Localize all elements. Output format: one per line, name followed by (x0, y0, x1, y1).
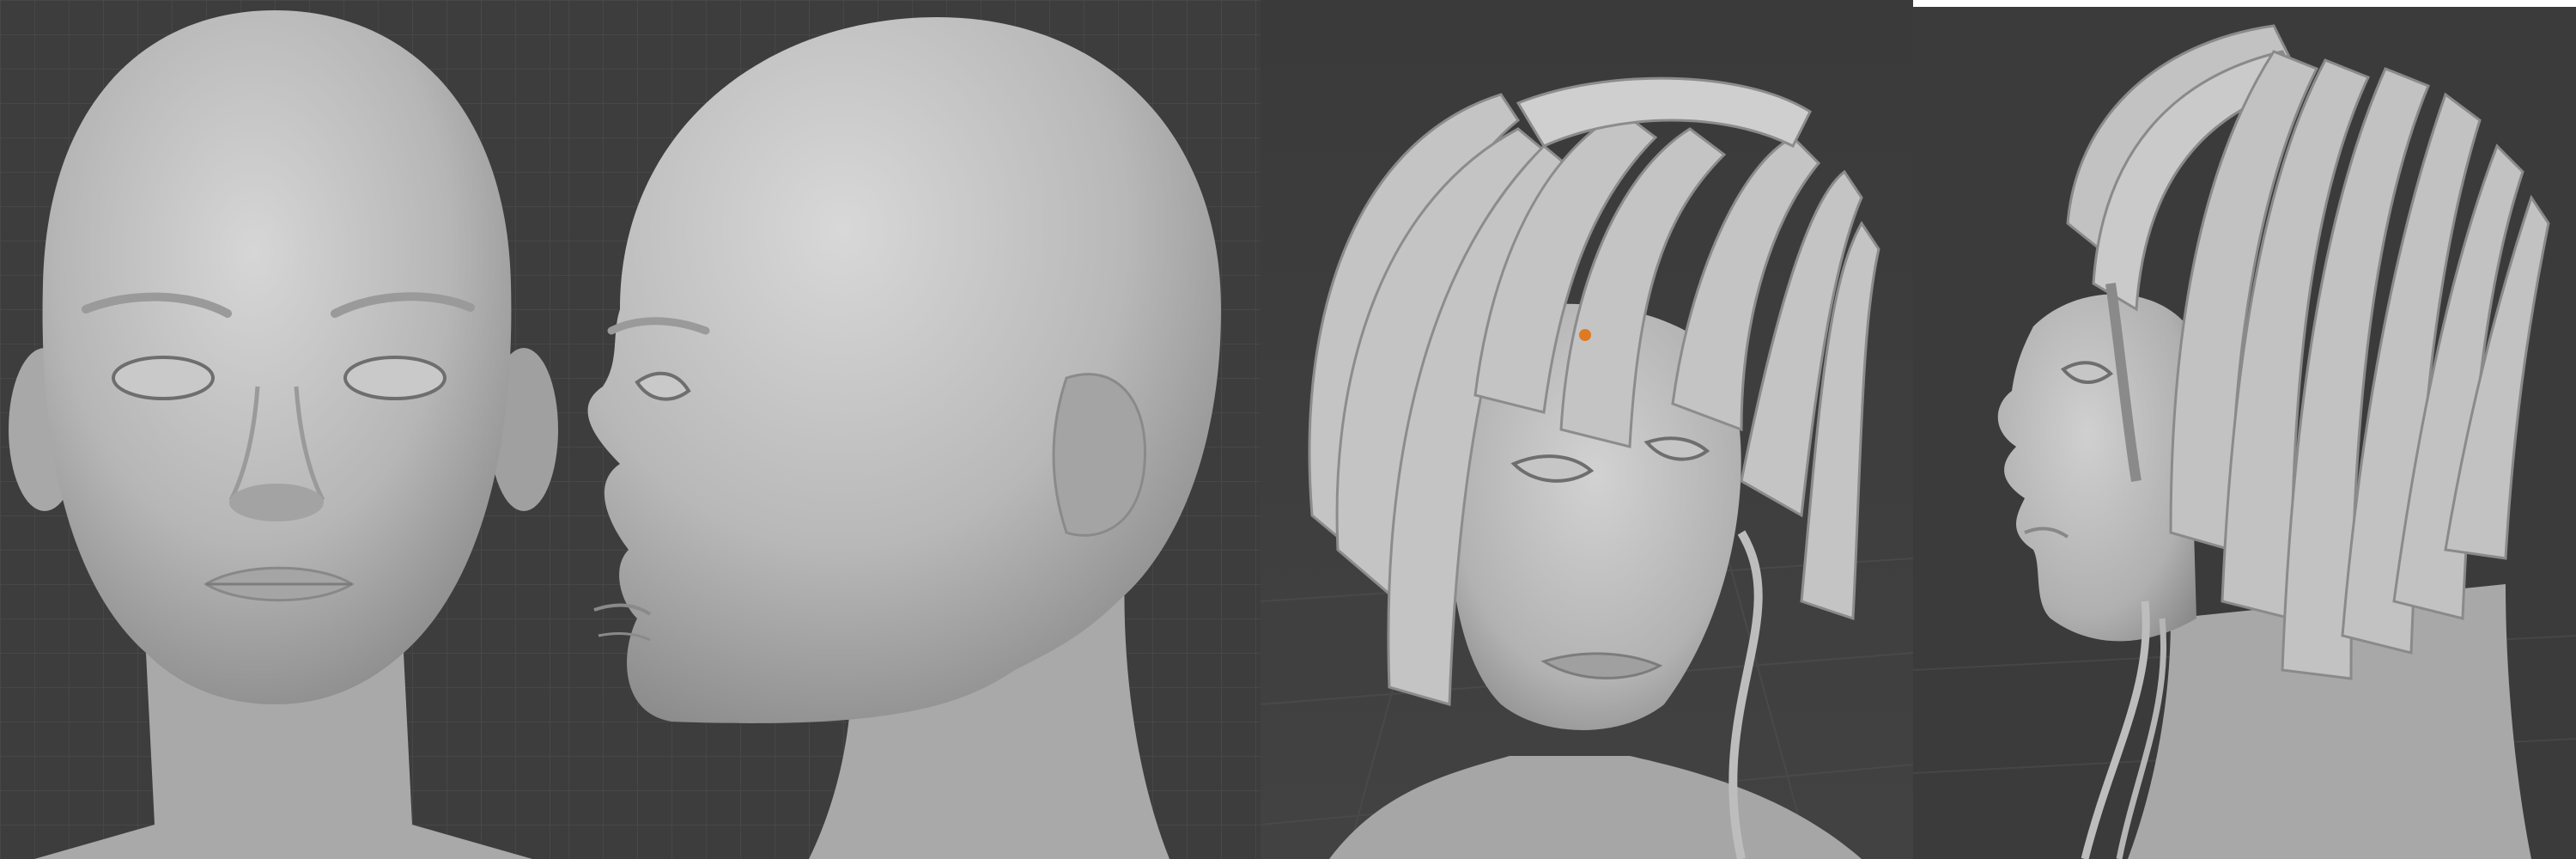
viewport-front-bald-head[interactable] (0, 0, 568, 859)
viewport-strip (0, 0, 2576, 859)
front-view-render (0, 0, 568, 859)
right-eye (343, 356, 447, 400)
viewport-side-bald-head[interactable] (568, 0, 1261, 859)
viewport-three-quarter-hair[interactable] (1261, 0, 1913, 859)
left-eye (112, 356, 215, 400)
side-hair-render (1913, 0, 2576, 859)
three-quarter-hair-render (1261, 0, 1913, 859)
side-view-render (568, 0, 1261, 859)
viewport-side-hair[interactable] (1913, 0, 2576, 859)
object-origin-marker (1579, 329, 1591, 341)
ear-mesh (1052, 373, 1146, 537)
